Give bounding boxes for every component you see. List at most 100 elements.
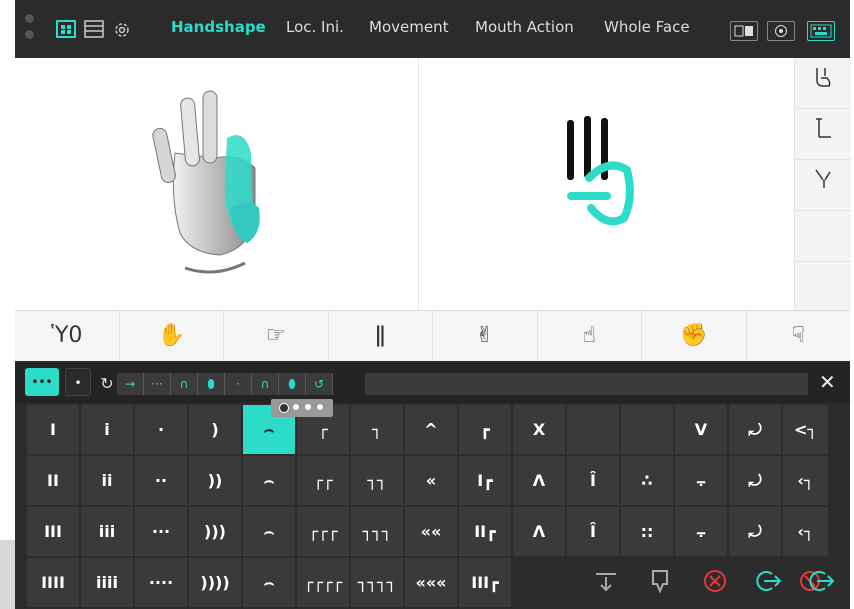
- chain-step-6[interactable]: ∩: [252, 373, 279, 395]
- handshape-option-8[interactable]: ☟: [747, 311, 851, 361]
- hand-model-image: [152, 90, 260, 274]
- handshape-option-4[interactable]: ǁ: [329, 311, 433, 361]
- symbol-cell-r1-c11[interactable]: [567, 405, 619, 454]
- symbol-cell-r1-c4[interactable]: ): [189, 405, 241, 454]
- symbol-sidebar: [794, 58, 851, 313]
- chain-step-7[interactable]: ⬮: [279, 373, 306, 395]
- side-symbol-2[interactable]: [795, 109, 851, 160]
- symbol-cell-r3-c7[interactable]: ┐┐┐: [351, 507, 403, 556]
- tab-location-initial[interactable]: Loc. Ini.: [286, 18, 344, 36]
- symbol-cell-r3-c12[interactable]: ::: [621, 507, 673, 556]
- delete-icon[interactable]: [697, 568, 733, 604]
- tab-whole-face[interactable]: Whole Face: [604, 18, 690, 36]
- top-bar: Handshape Loc. Ini. Movement Mouth Actio…: [15, 0, 850, 58]
- symbol-cell-r1-c8[interactable]: ^: [405, 405, 457, 454]
- multi-dot-filter-button[interactable]: •••: [25, 368, 59, 396]
- tab-mouth-action[interactable]: Mouth Action: [475, 18, 574, 36]
- chain-step-8[interactable]: ↺: [306, 373, 333, 395]
- handshape-option-5[interactable]: ✌: [433, 311, 538, 361]
- symbol-cell-r2-c4[interactable]: )): [189, 456, 241, 505]
- next-icon[interactable]: [750, 568, 786, 604]
- symbol-cell-r1-c2[interactable]: i: [81, 405, 133, 454]
- grid-view-icon[interactable]: [55, 20, 77, 40]
- symbol-cell-r2-c11[interactable]: Î: [567, 456, 619, 505]
- symbol-cell-r3-c9[interactable]: II┏: [459, 507, 511, 556]
- minimize-dot-icon[interactable]: [25, 30, 34, 39]
- side-slot-5[interactable]: [795, 262, 851, 313]
- chain-step-2[interactable]: ···: [144, 373, 171, 395]
- symbol-cell-r2-c7[interactable]: ┐┐: [351, 456, 403, 505]
- symbol-cell-r3-c2[interactable]: iii: [81, 507, 133, 556]
- next-delete-icon[interactable]: [799, 568, 835, 604]
- symbol-cell-r3-c15[interactable]: ‹┐: [783, 507, 828, 556]
- symbol-cell-r3-c10[interactable]: Λ: [513, 507, 565, 556]
- symbol-cell-r1-c15[interactable]: <┐: [783, 405, 828, 454]
- symbol-cell-r4-c4[interactable]: )))): [189, 558, 241, 607]
- symbol-cell-r2-c6[interactable]: ┌┌: [297, 456, 349, 505]
- list-icon[interactable]: [83, 20, 105, 40]
- symbol-cell-r2-c3[interactable]: ··: [135, 456, 187, 505]
- symbol-cell-r4-c5[interactable]: ⌢: [243, 558, 295, 607]
- tab-movement[interactable]: Movement: [369, 18, 448, 36]
- insert-below-icon[interactable]: [642, 568, 678, 604]
- symbol-cell-r4-c1[interactable]: IIII: [27, 558, 79, 607]
- symbol-cell-r3-c1[interactable]: III: [27, 507, 79, 556]
- symbol-cell-r2-c15[interactable]: ‹┐: [783, 456, 828, 505]
- symbol-cell-r4-c3[interactable]: ····: [135, 558, 187, 607]
- chain-step-4[interactable]: ⬮: [198, 373, 225, 395]
- symbol-cell-r1-c13[interactable]: V: [675, 405, 727, 454]
- symbol-cell-r4-c8[interactable]: «««: [405, 558, 457, 607]
- chain-step-1[interactable]: →: [117, 373, 144, 395]
- side-slot-4[interactable]: [795, 211, 851, 262]
- gear-icon[interactable]: [111, 20, 133, 40]
- refresh-icon[interactable]: ↻: [97, 371, 117, 397]
- symbol-cell-r3-c3[interactable]: ···: [135, 507, 187, 556]
- handshape-option-7[interactable]: ✊: [642, 311, 747, 361]
- layout-icon[interactable]: [730, 21, 758, 41]
- tab-handshape[interactable]: Handshape: [171, 18, 266, 36]
- symbol-cell-r4-c2[interactable]: iiii: [81, 558, 133, 607]
- symbol-cell-r3-c6[interactable]: ┌┌┌: [297, 507, 349, 556]
- symbol-cell-r3-c5[interactable]: ⌢: [243, 507, 295, 556]
- symbol-cell-r2-c10[interactable]: Λ: [513, 456, 565, 505]
- symbol-cell-r2-c1[interactable]: II: [27, 456, 79, 505]
- symbol-cell-r2-c9[interactable]: I┏: [459, 456, 511, 505]
- close-dot-icon[interactable]: [25, 14, 34, 23]
- symbol-cell-r4-c6[interactable]: ┌┌┌┌: [297, 558, 349, 607]
- keyboard-icon[interactable]: [807, 21, 835, 41]
- handshape-option-1[interactable]: Ὑ0: [15, 311, 120, 361]
- chain-step-5[interactable]: ·: [225, 373, 252, 395]
- symbol-cell-r1-c7[interactable]: ┐: [351, 405, 403, 454]
- symbol-cell-r2-c5[interactable]: ⌢: [243, 456, 295, 505]
- variant-popup[interactable]: [271, 399, 333, 417]
- single-dot-filter-button[interactable]: •: [65, 368, 91, 396]
- symbol-cell-r2-c14[interactable]: ⤾: [729, 456, 781, 505]
- target-icon[interactable]: [767, 21, 795, 41]
- symbol-cell-r3-c4[interactable]: ))): [189, 507, 241, 556]
- symbol-cell-r1-c9[interactable]: ┏: [459, 405, 511, 454]
- symbol-cell-r1-c1[interactable]: I: [27, 405, 79, 454]
- symbol-cell-r1-c10[interactable]: X: [513, 405, 565, 454]
- symbol-cell-r1-c12[interactable]: [621, 405, 673, 454]
- side-symbol-1[interactable]: [795, 58, 851, 109]
- handshape-option-2[interactable]: ✋: [120, 311, 224, 361]
- symbol-cell-r1-c14[interactable]: ⤾: [729, 405, 781, 454]
- handshape-option-3[interactable]: ☞: [224, 311, 329, 361]
- app-window: Handshape Loc. Ini. Movement Mouth Actio…: [15, 0, 851, 609]
- symbol-cell-r2-c12[interactable]: ∴: [621, 456, 673, 505]
- insert-down-icon[interactable]: [588, 568, 624, 604]
- symbol-cell-r3-c11[interactable]: Î: [567, 507, 619, 556]
- close-icon[interactable]: ✕: [819, 370, 836, 394]
- symbol-cell-r2-c13[interactable]: ⨪: [675, 456, 727, 505]
- symbol-cell-r3-c8[interactable]: ««: [405, 507, 457, 556]
- symbol-cell-r3-c13[interactable]: ⨪: [675, 507, 727, 556]
- symbol-cell-r2-c8[interactable]: «: [405, 456, 457, 505]
- chain-step-3[interactable]: ∩: [171, 373, 198, 395]
- symbol-cell-r4-c9[interactable]: III┏: [459, 558, 511, 607]
- symbol-cell-r2-c2[interactable]: ii: [81, 456, 133, 505]
- symbol-cell-r1-c3[interactable]: ·: [135, 405, 187, 454]
- symbol-cell-r3-c14[interactable]: ⤾: [729, 507, 781, 556]
- side-symbol-3[interactable]: [795, 160, 851, 211]
- symbol-cell-r4-c7[interactable]: ┐┐┐┐: [351, 558, 403, 607]
- handshape-option-6[interactable]: ☝: [538, 311, 642, 361]
